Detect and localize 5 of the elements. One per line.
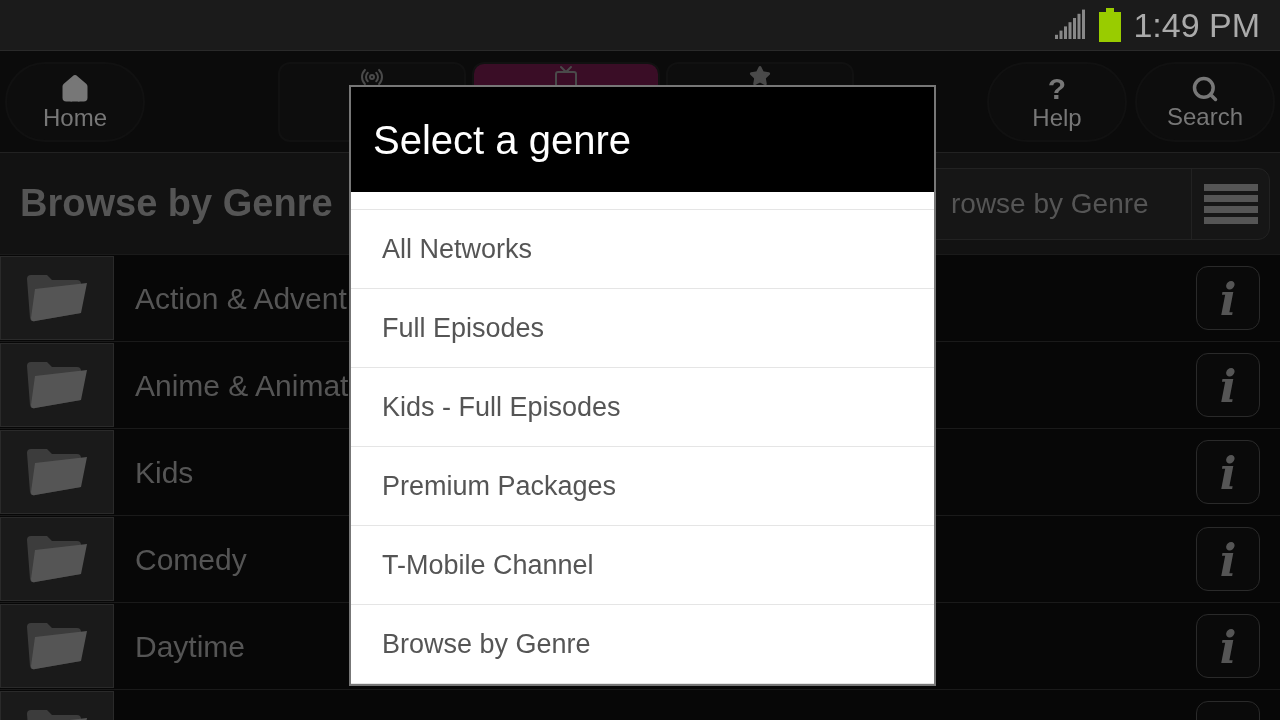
selector-label: rowse by Genre (950, 186, 1149, 221)
help-icon: ? (1047, 73, 1067, 104)
dialog-title: Select a genre (373, 116, 631, 164)
clock-time: 1:49 PM (1133, 4, 1260, 46)
page-title: Browse by Genre (20, 181, 333, 226)
